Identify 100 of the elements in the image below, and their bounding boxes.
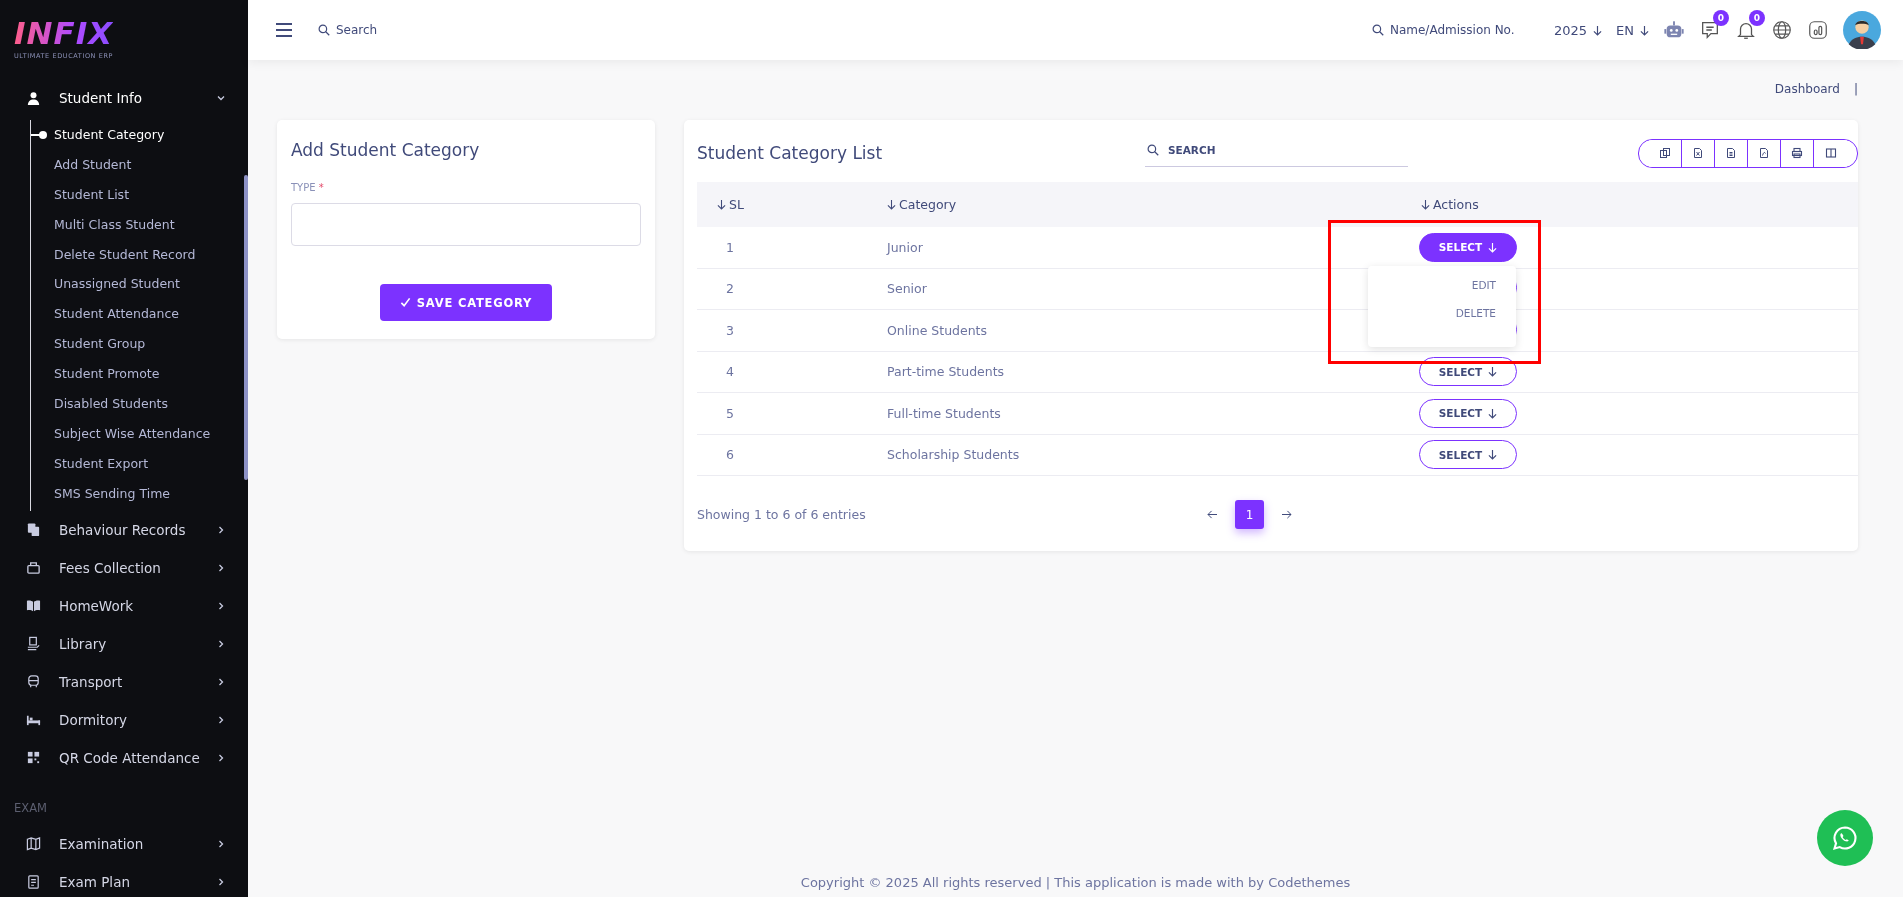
- bus-icon: [26, 674, 41, 690]
- menu-item[interactable]: HomeWork: [0, 586, 248, 625]
- table-cell: Scholarship Students: [887, 447, 1020, 463]
- library-icon: [26, 636, 41, 652]
- table-cell: 5: [726, 405, 734, 421]
- table-cell: 2: [726, 281, 734, 297]
- submenu-item[interactable]: Student Category: [31, 120, 248, 150]
- chat-icon[interactable]: [1699, 19, 1721, 41]
- down-arrow-icon: [1488, 449, 1498, 461]
- menu-item[interactable]: Dormitory: [0, 700, 248, 739]
- clipboard-icon: [26, 874, 41, 890]
- search-icon: [318, 24, 330, 36]
- type-input[interactable]: [291, 203, 641, 246]
- text-file-icon: [1725, 147, 1737, 159]
- wallet-icon: [26, 560, 41, 576]
- entries-info: Showing 1 to 6 of 6 entries: [697, 507, 867, 522]
- submenu-item[interactable]: Delete Student Record: [31, 239, 248, 270]
- submenu-item[interactable]: Multi Class Student: [31, 209, 248, 240]
- notification-badge: 0: [1749, 10, 1765, 26]
- files-icon: [26, 522, 41, 538]
- chat-bubble-phone-icon: [1831, 824, 1859, 852]
- next-page-icon[interactable]: [1281, 510, 1292, 519]
- chart-icon[interactable]: [1807, 19, 1829, 41]
- submenu-item[interactable]: Student List: [31, 179, 248, 210]
- menu-item[interactable]: Library: [0, 624, 248, 663]
- down-arrow-icon: [1640, 24, 1649, 36]
- menu-item[interactable]: EDIT: [1368, 278, 1516, 307]
- table-cell: 1: [726, 239, 734, 255]
- menu-item[interactable]: Fees Collection: [0, 548, 248, 587]
- previous-page-icon[interactable]: [1207, 510, 1218, 519]
- submenu-item[interactable]: SMS Sending Time: [31, 478, 248, 509]
- qr-icon: [26, 750, 41, 766]
- column-header[interactable]: SL: [729, 197, 744, 212]
- page-button[interactable]: 1: [1235, 500, 1264, 529]
- globe-icon[interactable]: [1771, 19, 1793, 41]
- submenu-item[interactable]: Unassigned Student: [31, 269, 248, 300]
- menu-item[interactable]: QR Code Attendance: [0, 738, 248, 777]
- column-header[interactable]: Category: [899, 197, 957, 212]
- select-button[interactable]: SELECT: [1419, 232, 1517, 262]
- table-cell: 6: [726, 447, 734, 463]
- year-select[interactable]: 2025: [1553, 22, 1603, 38]
- avatar[interactable]: [1843, 11, 1881, 49]
- search-field[interactable]: SEARCH: [1168, 143, 1368, 156]
- chevron-right-icon: [216, 876, 226, 887]
- down-arrow-icon: [1488, 407, 1498, 419]
- sort-arrow-icon[interactable]: [717, 199, 726, 210]
- chevron-down-icon: [216, 93, 226, 103]
- card-title: Add Student Category: [291, 140, 481, 160]
- table-cell: Full-time Students: [887, 405, 1001, 421]
- select-button[interactable]: SELECT: [1419, 440, 1517, 470]
- spreadsheet-file-icon: [1692, 147, 1704, 159]
- breadcrumb-separator: |: [1853, 82, 1858, 98]
- chevron-right-icon: [216, 638, 226, 649]
- menu-item[interactable]: Exam Plan: [0, 862, 248, 897]
- submenu-item[interactable]: Student Export: [31, 448, 248, 479]
- menu-item[interactable]: DELETE: [1368, 306, 1516, 335]
- scrollbar[interactable]: [244, 175, 248, 480]
- search-icon: [1147, 143, 1159, 156]
- columns-icon: [1824, 147, 1837, 159]
- select-button[interactable]: SELECT: [1419, 398, 1517, 428]
- document-icon: [1758, 147, 1770, 159]
- menu-item[interactable]: Examination: [0, 824, 248, 863]
- down-arrow-icon: [1593, 24, 1603, 36]
- language-select[interactable]: EN: [1616, 22, 1649, 38]
- submenu-item[interactable]: Student Attendance: [31, 299, 248, 330]
- student-search-field[interactable]: Name/Admission No.: [1389, 23, 1540, 37]
- search-field[interactable]: Search: [336, 23, 426, 37]
- copy-button[interactable]: [1649, 139, 1682, 167]
- notification-badge: 0: [1713, 10, 1729, 26]
- breadcrumb-link[interactable]: Dashboard: [1774, 82, 1840, 98]
- save-button[interactable]: SAVE CATEGORY: [379, 284, 553, 321]
- submenu-item[interactable]: Disabled Students: [31, 389, 248, 419]
- chevron-right-icon: [216, 676, 226, 687]
- search-icon: [1371, 24, 1384, 36]
- down-arrow-icon: [1488, 241, 1498, 253]
- chevron-right-icon: [216, 600, 226, 611]
- book-icon: [26, 598, 41, 614]
- table-cell: 3: [726, 322, 734, 338]
- check-icon: [399, 297, 411, 308]
- table-cell: 4: [726, 364, 734, 380]
- menu-item[interactable]: Behaviour Records: [0, 510, 248, 549]
- submenu-item[interactable]: Add Student: [31, 149, 248, 180]
- table-cell: Senior: [887, 281, 927, 297]
- map-icon: [26, 836, 41, 852]
- card-title: Student Category List: [697, 143, 884, 163]
- chevron-right-icon: [216, 562, 226, 573]
- menu-item[interactable]: Transport: [0, 662, 248, 701]
- submenu-item[interactable]: Student Promote: [31, 359, 248, 389]
- column-header[interactable]: Actions: [1433, 197, 1479, 212]
- submenu-item[interactable]: Student Group: [31, 329, 248, 360]
- field-label: TYPE: [291, 182, 316, 193]
- required-mark: *: [318, 182, 324, 193]
- menu-icon[interactable]: [276, 23, 292, 37]
- copy-icon: [1659, 147, 1671, 159]
- sort-arrow-icon[interactable]: [1421, 199, 1430, 210]
- down-arrow-icon: [1488, 366, 1498, 378]
- submenu-item[interactable]: Subject Wise Attendance: [31, 418, 248, 449]
- print-icon: [1791, 147, 1803, 159]
- sort-arrow-icon[interactable]: [887, 199, 896, 210]
- menu-item[interactable]: Student Info: [0, 76, 248, 120]
